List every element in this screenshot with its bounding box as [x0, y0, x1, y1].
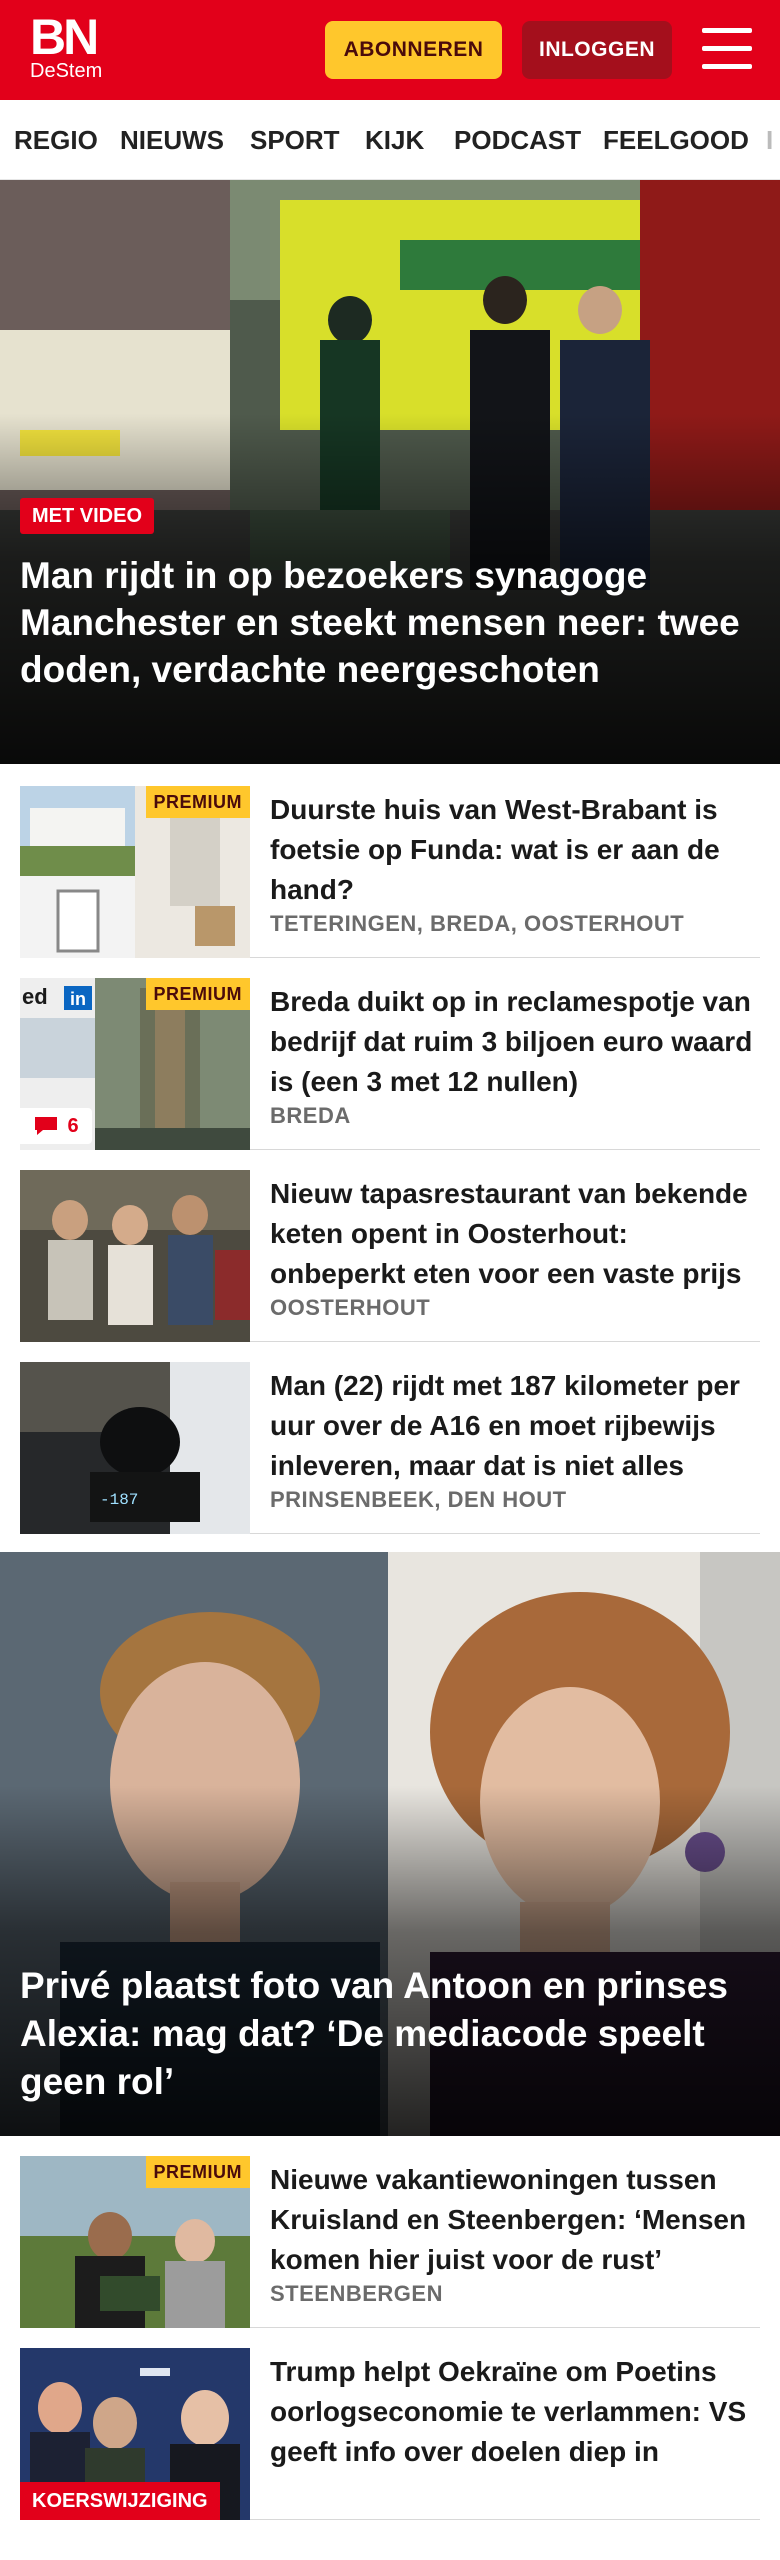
- comment-count-badge[interactable]: 6: [20, 1108, 92, 1144]
- article-title: Duurste huis van West-Brabant is foetsie…: [270, 794, 720, 905]
- nav-item-regio[interactable]: REGIO: [14, 100, 98, 179]
- feature-title: Privé plaatst foto van Antoon en prinses…: [20, 1965, 728, 2102]
- comment-count: 6: [67, 1114, 79, 1137]
- nav-item-nieuws[interactable]: NIEUWS: [120, 100, 224, 179]
- svg-text:-187: -187: [100, 1491, 138, 1509]
- comment-icon: [35, 1117, 58, 1135]
- article-location: TETERINGEN, BREDA, OOSTERHOUT: [270, 911, 685, 936]
- article-location: PRINSENBEEK, DEN HOUT: [270, 1487, 567, 1512]
- article-thumbnail: KOERSWIJZIGING: [20, 2348, 250, 2520]
- article-title: Nieuw tapasrestaurant van bekende keten …: [270, 1178, 748, 1289]
- article-thumbnail: PREMIUM: [20, 786, 250, 958]
- article-title: Trump helpt Oekraïne om Poetins oorlogse…: [270, 2356, 747, 2467]
- site-header: BN DeStem ABONNEREN INLOGGEN: [0, 0, 780, 100]
- list-item[interactable]: ed in PREMIUM 6 Breda duikt op in reclam…: [20, 978, 760, 1150]
- nav-item-sport[interactable]: SPORT: [250, 100, 340, 179]
- list-item[interactable]: PREMIUM Duurste huis van West-Brabant is…: [20, 786, 760, 958]
- article-thumbnail: PREMIUM: [20, 2156, 250, 2328]
- article-location: STEENBERGEN: [270, 2281, 443, 2306]
- svg-text:ed: ed: [22, 984, 48, 1009]
- premium-badge: PREMIUM: [145, 786, 250, 818]
- premium-badge: PREMIUM: [145, 2156, 250, 2188]
- hero-article[interactable]: MET VIDEO Man rijdt in op bezoekers syna…: [0, 180, 780, 764]
- nav-item-podcast[interactable]: PODCAST: [454, 100, 581, 179]
- article-thumbnail: [20, 1170, 250, 1342]
- nav-item-kijk[interactable]: KIJK: [365, 100, 424, 179]
- list-item[interactable]: PREMIUM Nieuwe vakantiewoningen tussen K…: [20, 2156, 760, 2328]
- svg-text:in: in: [70, 989, 86, 1009]
- login-button[interactable]: INLOGGEN: [522, 21, 672, 79]
- list-item[interactable]: KOERSWIJZIGING Trump helpt Oekraïne om P…: [20, 2348, 760, 2520]
- article-title: Man (22) rijdt met 187 kilometer per uur…: [270, 1370, 740, 1481]
- subscribe-button[interactable]: ABONNEREN: [325, 21, 502, 79]
- list-item[interactable]: -187 Man (22) rijdt met 187 kilometer pe…: [20, 1362, 760, 1534]
- nav-item-overflow[interactable]: I: [766, 100, 773, 179]
- section-nav: REGIO NIEUWS SPORT KIJK PODCAST FEELGOOD…: [0, 100, 780, 180]
- list-item[interactable]: Nieuw tapasrestaurant van bekende keten …: [20, 1170, 760, 1342]
- hamburger-menu-icon[interactable]: [702, 26, 752, 72]
- article-thumbnail: ed in PREMIUM 6: [20, 978, 250, 1150]
- feature-article[interactable]: Privé plaatst foto van Antoon en prinses…: [0, 1552, 780, 2136]
- video-badge: MET VIDEO: [20, 498, 155, 534]
- nav-item-feelgood[interactable]: FEELGOOD: [603, 100, 749, 179]
- logo-main-text: BN: [30, 9, 99, 65]
- article-thumbnail: -187: [20, 1362, 250, 1534]
- site-logo[interactable]: BN DeStem: [30, 9, 110, 86]
- logo-sub-text: DeStem: [30, 60, 103, 82]
- article-title: Breda duikt op in reclamespotje van bedr…: [270, 986, 753, 1097]
- article-location: BREDA: [270, 1103, 351, 1128]
- topic-badge: KOERSWIJZIGING: [20, 2482, 220, 2520]
- article-location: OOSTERHOUT: [270, 1295, 431, 1320]
- premium-badge: PREMIUM: [145, 978, 250, 1010]
- article-title: Nieuwe vakantiewoningen tussen Kruisland…: [270, 2164, 747, 2275]
- hero-title: Man rijdt in op bezoekers synagoge Manch…: [20, 555, 740, 690]
